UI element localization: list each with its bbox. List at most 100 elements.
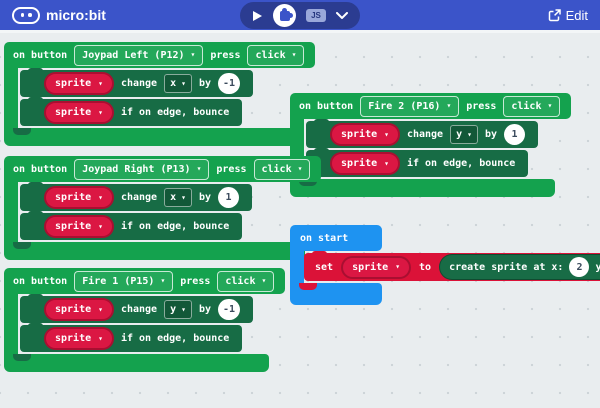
- dropdown-caret-icon: ▾: [292, 51, 297, 59]
- change-label: change: [121, 192, 157, 203]
- sprite-label: sprite: [341, 158, 377, 169]
- change-label: change: [407, 129, 443, 140]
- button-dropdown[interactable]: Joypad Right (P13) ▾: [74, 159, 209, 180]
- press-label: press: [210, 50, 240, 61]
- event-dropdown[interactable]: click ▾: [247, 45, 304, 66]
- block-bottom-arm: [4, 354, 269, 372]
- x-value-input[interactable]: 2: [569, 257, 589, 277]
- sprite-bounce-block[interactable]: sprite ▾ if on edge, bounce: [20, 99, 242, 126]
- sprite-bounce-block[interactable]: sprite ▾ if on edge, bounce: [20, 325, 242, 352]
- event-dropdown-value: click: [255, 50, 285, 61]
- value-input[interactable]: 1: [218, 187, 239, 208]
- block-spine: [4, 294, 18, 354]
- sprite-variable-dropdown[interactable]: sprite ▾: [341, 256, 411, 279]
- axis-dropdown[interactable]: x ▾: [164, 74, 192, 93]
- by-label: by: [485, 129, 497, 140]
- external-link-icon: [548, 9, 561, 22]
- edit-label: Edit: [566, 8, 588, 23]
- on-button-header: on button Fire 2 (P16) ▾ press click ▾: [290, 93, 571, 119]
- sprite-label: sprite: [55, 192, 91, 203]
- blocks-workspace[interactable]: on button Joypad Left (P12) ▾ press clic…: [0, 30, 600, 408]
- value-input[interactable]: -1: [218, 299, 240, 320]
- dropdown-caret-icon: ▾: [191, 51, 196, 59]
- play-button[interactable]: [252, 10, 263, 22]
- value-input[interactable]: 1: [504, 124, 525, 145]
- sprite-change-block[interactable]: sprite ▾ change y ▾ by 1: [306, 121, 538, 148]
- button-dropdown-value: Fire 1 (P15): [82, 276, 154, 287]
- on-button-label: on button: [13, 50, 67, 61]
- event-dropdown[interactable]: click ▾: [254, 159, 311, 180]
- sprite-change-block[interactable]: sprite ▾ change x ▾ by -1: [20, 70, 253, 97]
- by-label: by: [199, 304, 211, 315]
- event-dropdown-value: click: [225, 276, 255, 287]
- sprite-variable-dropdown[interactable]: sprite ▾: [330, 123, 400, 146]
- bounce-label: if on edge, bounce: [407, 158, 515, 169]
- microbit-face-icon: [12, 7, 40, 24]
- sprite-bounce-block[interactable]: sprite ▾ if on edge, bounce: [306, 150, 528, 177]
- on-button-block-joypad-left[interactable]: on button Joypad Left (P12) ▾ press clic…: [4, 42, 315, 146]
- press-label: press: [466, 101, 496, 112]
- sprite-variable-dropdown[interactable]: sprite ▾: [44, 215, 114, 238]
- on-button-block-joypad-right[interactable]: on button Joypad Right (P13) ▾ press cli…: [4, 156, 321, 260]
- on-button-block-fire1[interactable]: on button Fire 1 (P15) ▾ press click ▾ s…: [4, 268, 285, 372]
- sprite-variable-dropdown[interactable]: sprite ▾: [44, 72, 114, 95]
- event-dropdown[interactable]: click ▾: [503, 96, 560, 117]
- on-button-block-fire2[interactable]: on button Fire 2 (P16) ▾ press click ▾ s…: [290, 93, 571, 197]
- app-header: micro:bit JS Edit: [0, 0, 600, 30]
- on-button-header: on button Joypad Right (P13) ▾ press cli…: [4, 156, 321, 182]
- sprite-label: sprite: [55, 221, 91, 232]
- create-sprite-label: create sprite at x:: [449, 262, 563, 273]
- axis-dropdown[interactable]: x ▾: [164, 188, 192, 207]
- button-dropdown[interactable]: Fire 1 (P15) ▾: [74, 271, 173, 292]
- change-label: change: [121, 78, 157, 89]
- dropdown-caret-icon: ▾: [181, 80, 186, 88]
- event-dropdown[interactable]: click ▾: [217, 271, 274, 292]
- on-button-label: on button: [299, 101, 353, 112]
- axis-dropdown[interactable]: y ▾: [164, 300, 192, 319]
- on-start-block[interactable]: on start set sprite ▾ to create sprite a…: [290, 225, 600, 305]
- dropdown-caret-icon: ▾: [98, 80, 103, 88]
- dropdown-caret-icon: ▾: [98, 335, 103, 343]
- press-label: press: [216, 164, 246, 175]
- expand-menu-button[interactable]: [336, 12, 348, 19]
- button-dropdown[interactable]: Joypad Left (P12) ▾: [74, 45, 203, 66]
- set-variable-block[interactable]: set sprite ▾ to create sprite at x: 2 y:…: [304, 253, 600, 281]
- dropdown-caret-icon: ▾: [98, 306, 103, 314]
- by-label: by: [199, 78, 211, 89]
- event-dropdown-value: click: [262, 164, 292, 175]
- block-bottom-arm: [290, 283, 382, 305]
- button-dropdown[interactable]: Fire 2 (P16) ▾: [360, 96, 459, 117]
- blocks-mode-button[interactable]: [273, 4, 296, 27]
- create-sprite-expression[interactable]: create sprite at x: 2 y: 4: [439, 254, 600, 280]
- y-label: y:: [595, 262, 600, 273]
- sprite-variable-dropdown[interactable]: sprite ▾: [44, 101, 114, 124]
- value-input[interactable]: -1: [218, 73, 240, 94]
- on-start-label: on start: [300, 233, 348, 244]
- sprite-variable-dropdown[interactable]: sprite ▾: [44, 186, 114, 209]
- sprite-bounce-block[interactable]: sprite ▾ if on edge, bounce: [20, 213, 242, 240]
- sprite-change-block[interactable]: sprite ▾ change x ▾ by 1: [20, 184, 252, 211]
- button-dropdown-value: Joypad Left (P12): [82, 50, 184, 61]
- block-spine: [290, 251, 304, 283]
- dropdown-caret-icon: ▾: [395, 263, 400, 271]
- dropdown-caret-icon: ▾: [181, 306, 186, 314]
- change-label: change: [121, 304, 157, 315]
- axis-dropdown-value: y: [456, 129, 462, 140]
- edit-link[interactable]: Edit: [548, 0, 588, 30]
- bounce-label: if on edge, bounce: [121, 107, 229, 118]
- sprite-variable-dropdown[interactable]: sprite ▾: [44, 298, 114, 321]
- dropdown-caret-icon: ▾: [298, 165, 303, 173]
- js-mode-button[interactable]: JS: [306, 9, 326, 22]
- axis-dropdown[interactable]: y ▾: [450, 125, 478, 144]
- toolbar-pill: JS: [240, 2, 360, 29]
- brand-name: micro:bit: [46, 7, 106, 23]
- sprite-change-block[interactable]: sprite ▾ change y ▾ by -1: [20, 296, 253, 323]
- dropdown-caret-icon: ▾: [261, 277, 266, 285]
- bounce-label: if on edge, bounce: [121, 333, 229, 344]
- button-dropdown-value: Joypad Right (P13): [82, 164, 190, 175]
- sprite-variable-dropdown[interactable]: sprite ▾: [44, 327, 114, 350]
- on-button-label: on button: [13, 276, 67, 287]
- on-start-header: on start: [290, 225, 382, 251]
- set-label: set: [315, 262, 333, 273]
- sprite-variable-dropdown[interactable]: sprite ▾: [330, 152, 400, 175]
